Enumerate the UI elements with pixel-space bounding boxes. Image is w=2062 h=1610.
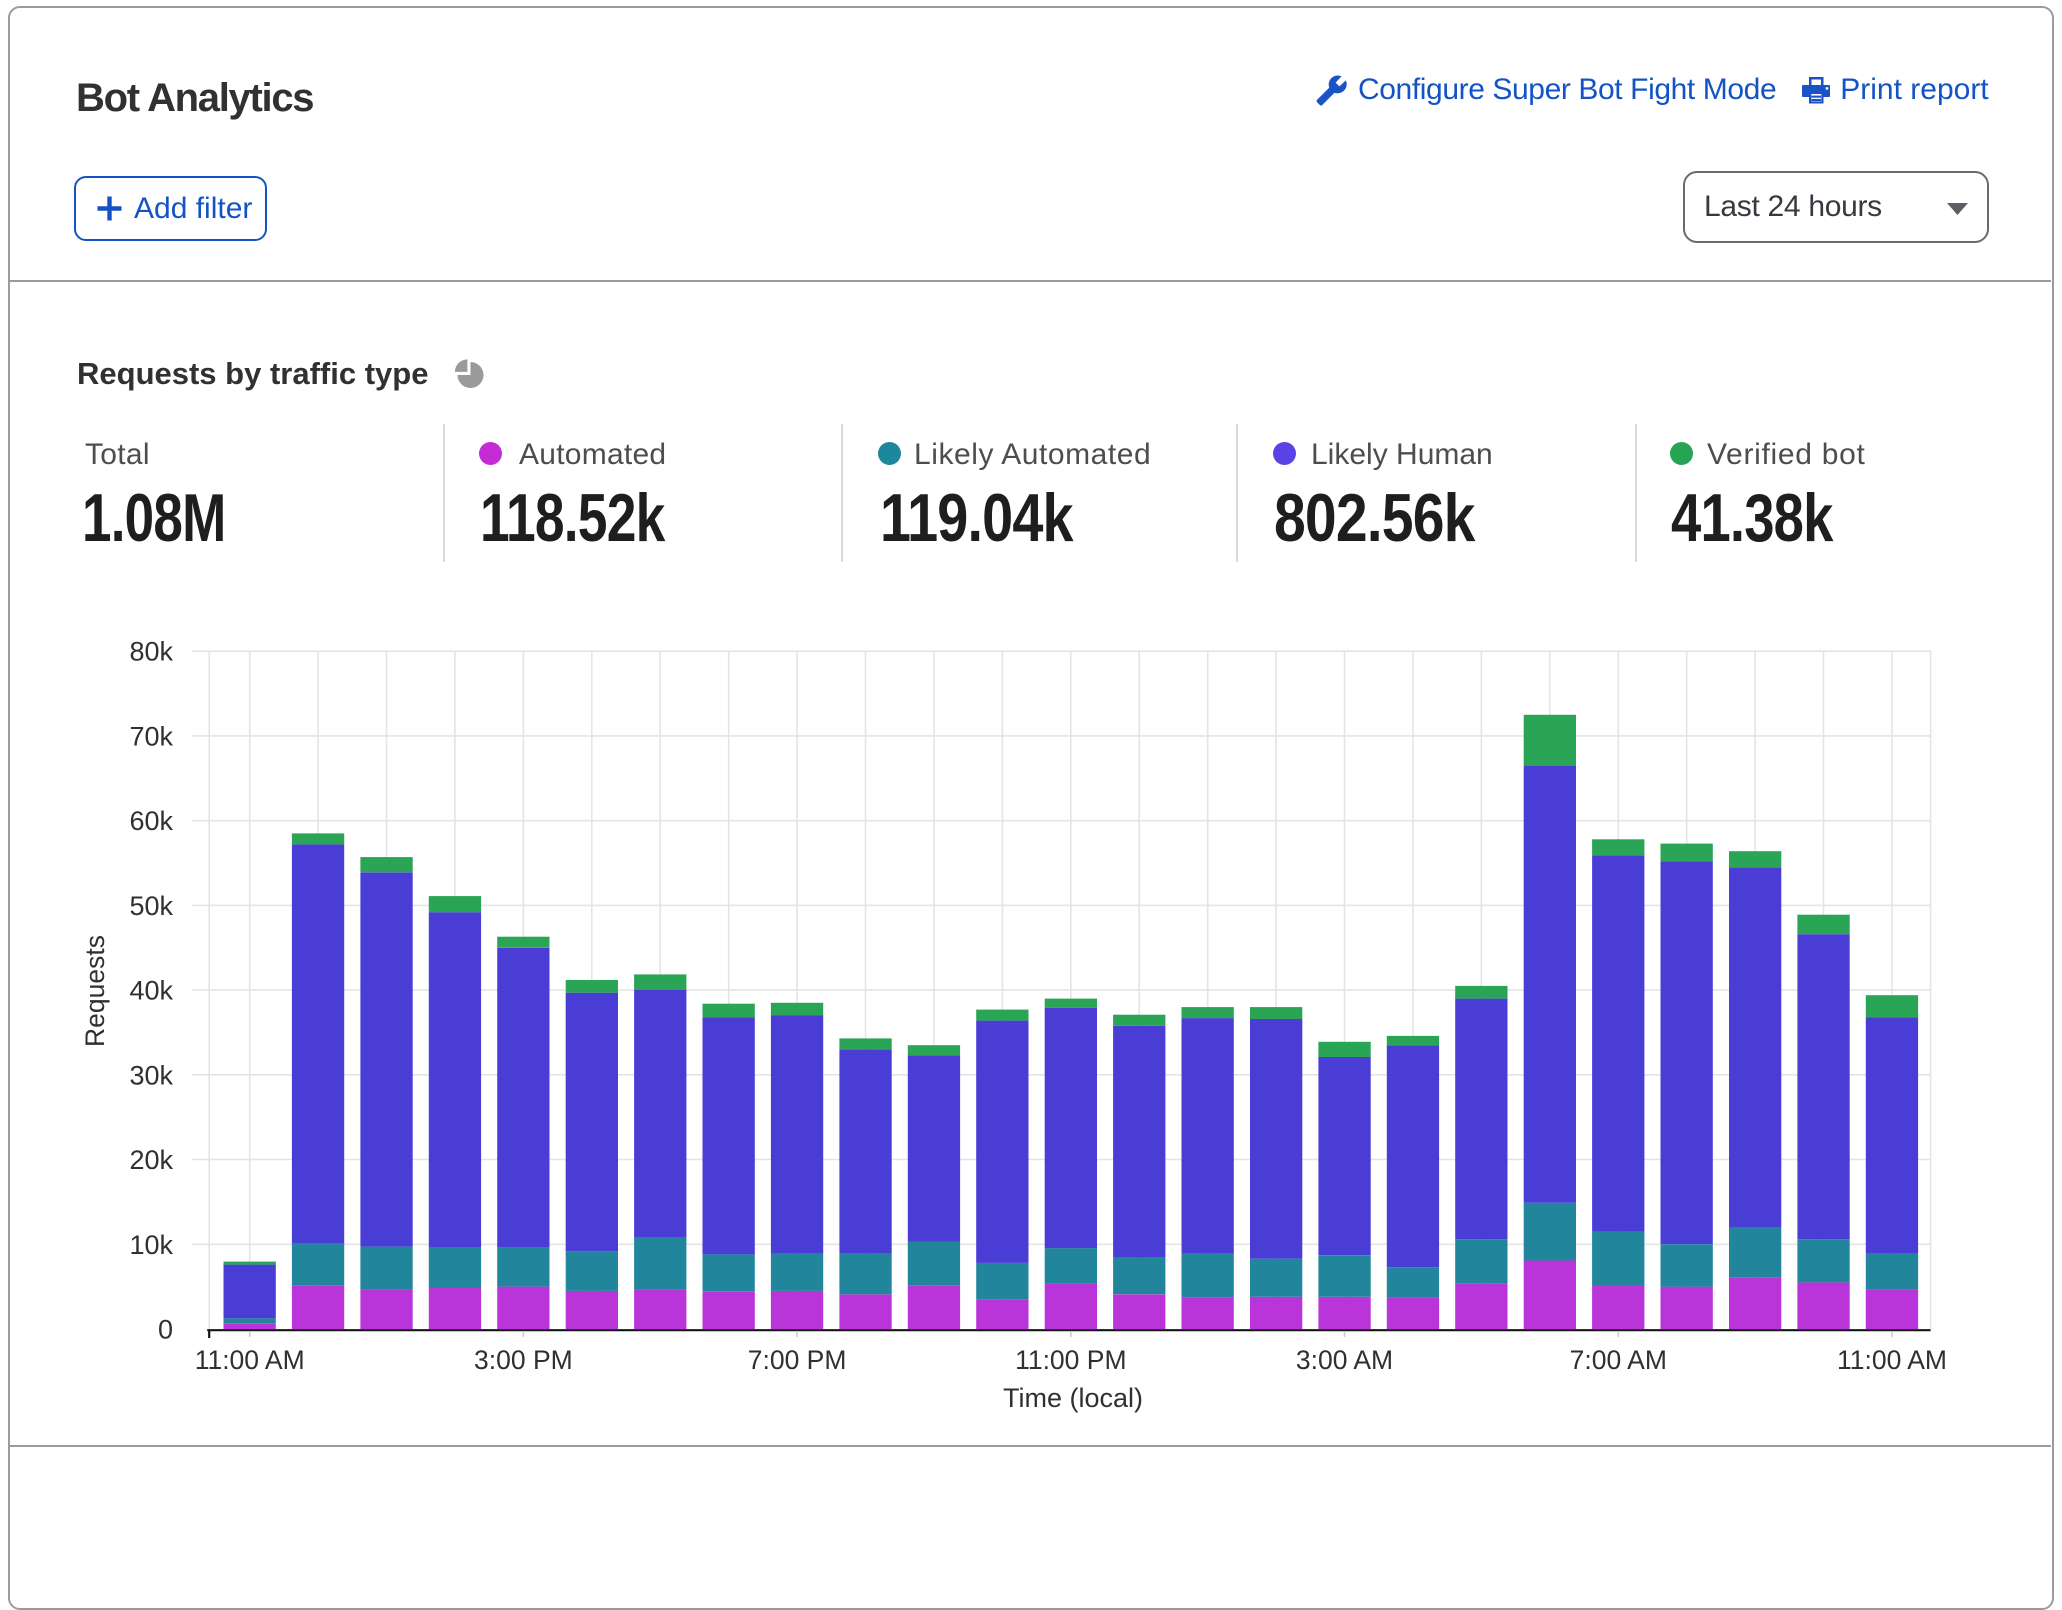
svg-text:Time (local): Time (local) bbox=[1003, 1383, 1143, 1413]
svg-text:7:00 PM: 7:00 PM bbox=[748, 1345, 847, 1375]
svg-text:70k: 70k bbox=[129, 721, 173, 751]
svg-text:60k: 60k bbox=[129, 806, 173, 836]
svg-text:0: 0 bbox=[158, 1315, 173, 1345]
svg-text:40k: 40k bbox=[129, 976, 173, 1006]
svg-text:30k: 30k bbox=[129, 1060, 173, 1090]
svg-text:50k: 50k bbox=[129, 891, 173, 921]
svg-text:10k: 10k bbox=[129, 1230, 173, 1260]
svg-text:20k: 20k bbox=[129, 1145, 173, 1175]
svg-text:3:00 AM: 3:00 AM bbox=[1296, 1345, 1393, 1375]
svg-text:11:00 AM: 11:00 AM bbox=[195, 1345, 305, 1375]
svg-text:7:00 AM: 7:00 AM bbox=[1570, 1345, 1667, 1375]
svg-text:Requests: Requests bbox=[80, 935, 110, 1047]
svg-text:11:00 PM: 11:00 PM bbox=[1015, 1345, 1126, 1375]
svg-text:3:00 PM: 3:00 PM bbox=[474, 1345, 573, 1375]
svg-text:11:00 AM: 11:00 AM bbox=[1837, 1345, 1947, 1375]
svg-text:80k: 80k bbox=[129, 637, 173, 667]
